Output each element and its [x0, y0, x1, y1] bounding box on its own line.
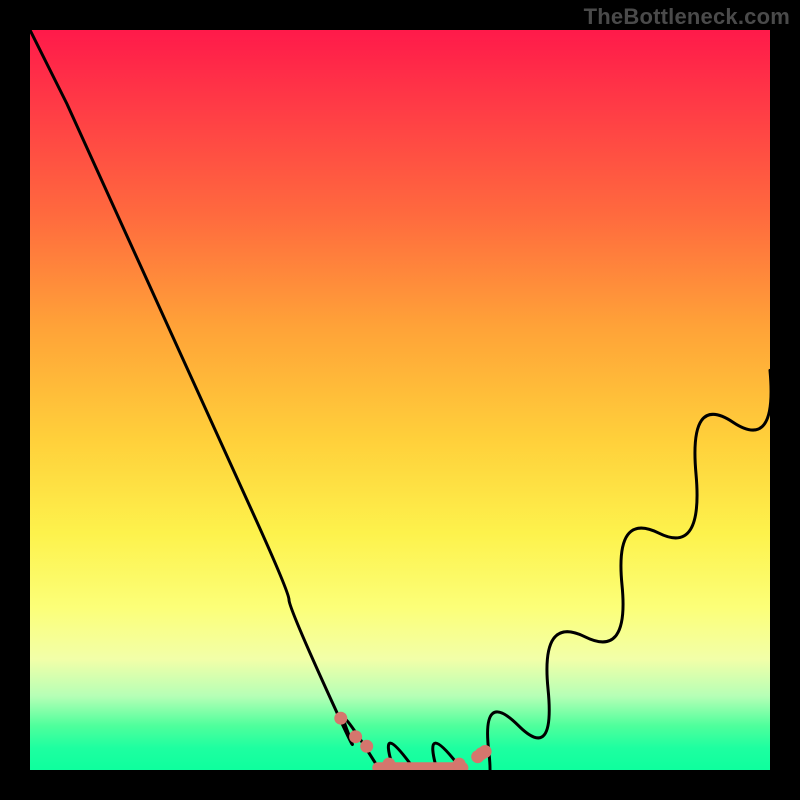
- highlight-dot: [334, 712, 347, 725]
- highlight-dot: [479, 745, 492, 758]
- chart-svg: [30, 30, 770, 770]
- highlight-dot: [382, 758, 395, 770]
- chart-frame: TheBottleneck.com: [0, 0, 800, 800]
- highlight-dot: [349, 730, 362, 743]
- highlight-dot: [453, 758, 466, 770]
- chart-plot-area: [30, 30, 770, 770]
- watermark-text: TheBottleneck.com: [584, 4, 790, 30]
- highlight-dot: [360, 740, 373, 753]
- bottleneck-curve: [30, 30, 770, 770]
- highlight-markers: [334, 712, 491, 770]
